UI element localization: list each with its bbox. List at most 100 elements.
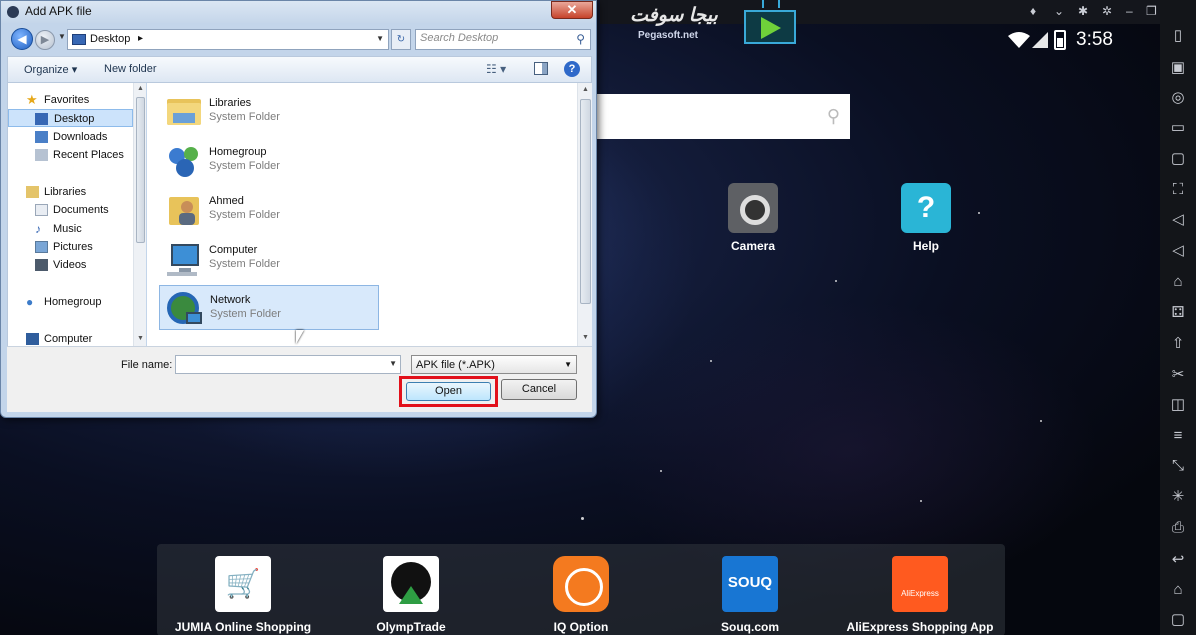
chevron-down-icon[interactable]: ▼ <box>389 359 397 368</box>
dock-app-aliexpress[interactable]: AliExpress AliExpress Shopping App <box>840 556 1000 634</box>
nav-item-label: Videos <box>53 259 87 271</box>
views-icon[interactable]: ☷ ▾ <box>486 62 506 76</box>
file-name-input[interactable] <box>179 358 379 370</box>
preview-pane-icon[interactable] <box>534 62 548 75</box>
recent-apps-icon[interactable]: ▢ <box>1168 610 1188 630</box>
close-button[interactable]: ✕ <box>551 1 593 19</box>
wifi-icon <box>1008 32 1030 48</box>
nav-item-music[interactable]: ♪ Music <box>8 220 133 238</box>
app-camera[interactable]: Camera <box>693 183 813 253</box>
search-icon[interactable]: ⚲ <box>576 32 585 46</box>
printer-icon[interactable]: ⎙ <box>1168 518 1188 538</box>
nav-item-recent-places[interactable]: Recent Places <box>8 146 133 164</box>
nav-item-videos[interactable]: Videos <box>8 256 133 274</box>
file-item-libraries[interactable]: Libraries System Folder <box>159 89 379 134</box>
file-name: Computer <box>209 244 258 256</box>
file-type-select[interactable]: APK file (*.APK) ▼ <box>411 355 577 374</box>
file-name: Ahmed <box>209 195 244 207</box>
google-search-bar[interactable]: ⚲ <box>594 94 850 139</box>
restore-icon[interactable]: ❐ <box>1146 4 1157 18</box>
chevron-down-icon[interactable]: ⌄ <box>1054 4 1064 18</box>
scroll-down-icon[interactable]: ▼ <box>582 334 589 341</box>
file-name: Network <box>210 294 251 306</box>
nav-item-downloads[interactable]: Downloads <box>8 128 133 146</box>
nav-item-favorites[interactable]: ★ Favorites <box>8 91 133 109</box>
status-clock: 3:58 <box>1076 29 1113 50</box>
nav-item-pictures[interactable]: Pictures <box>8 238 133 256</box>
emulator-sidebar: ▯ ▣ ◎ ▭ ▢ ⛶ ◁ ◁ ⌂ ⚃ ⇧ ✂ ◫ ≡ ⤡ ✳ ⎙ ↩ ⌂ ▢ <box>1160 0 1196 635</box>
chevron-down-icon[interactable]: ▼ <box>376 34 384 43</box>
nav-item-homegroup[interactable]: ● Homegroup <box>8 293 133 311</box>
gear-icon[interactable]: ✱ <box>1078 4 1088 18</box>
dock-app-souq[interactable]: SOUQ Souq.com <box>670 556 830 634</box>
multi-window-icon[interactable]: ◫ <box>1168 395 1188 415</box>
search-input[interactable] <box>420 32 570 44</box>
volume-down-icon[interactable]: ◁ <box>1168 241 1188 261</box>
scroll-thumb[interactable] <box>580 99 591 304</box>
nav-item-documents[interactable]: Documents <box>8 201 133 219</box>
logo-arabic-text: بيجا سوفت <box>630 5 718 26</box>
new-folder-button[interactable]: New folder <box>104 63 157 75</box>
nav-item-libraries[interactable]: Libraries <box>8 183 133 201</box>
address-location[interactable]: Desktop <box>90 33 130 45</box>
refresh-button[interactable]: ↻ <box>391 29 411 50</box>
forward-button[interactable]: ▶ <box>35 30 55 50</box>
file-item-homegroup[interactable]: Homegroup System Folder <box>159 138 379 183</box>
shake-icon[interactable]: ▯ <box>1168 26 1188 46</box>
cancel-button[interactable]: Cancel <box>501 379 577 400</box>
share-icon[interactable]: ⇧ <box>1168 334 1188 354</box>
dock-app-jumia[interactable]: 🛒 JUMIA Online Shopping <box>163 556 323 634</box>
recent-pages-dropdown[interactable]: ▼ <box>58 32 66 41</box>
back-icon[interactable]: ↩ <box>1168 550 1188 570</box>
scroll-down-icon[interactable]: ▼ <box>137 335 144 342</box>
dock-app-iq-option[interactable]: IQ Option <box>501 556 661 634</box>
file-item-network[interactable]: Network System Folder <box>159 285 379 330</box>
home-icon[interactable]: ⌂ <box>1168 580 1188 600</box>
nav-item-computer[interactable]: Computer <box>8 330 133 346</box>
file-name-field[interactable]: ▼ <box>175 355 401 374</box>
back-button[interactable]: ◀ <box>11 28 33 50</box>
homegroup-icon: ● <box>26 295 34 309</box>
nav-item-label: Pictures <box>53 241 93 253</box>
file-item-ahmed[interactable]: Ahmed System Folder <box>159 187 379 232</box>
help-icon[interactable]: ? <box>564 61 580 77</box>
screen-icon[interactable]: ▭ <box>1168 118 1188 138</box>
scroll-up-icon[interactable]: ▲ <box>137 85 144 92</box>
chevron-down-icon[interactable]: ▼ <box>564 360 572 369</box>
scroll-up-icon[interactable]: ▲ <box>582 86 589 93</box>
organize-button[interactable]: Organize ▾ <box>24 63 77 76</box>
screenshot-icon[interactable]: ⚃ <box>1168 303 1188 323</box>
nav-item-desktop[interactable]: Desktop <box>8 109 133 127</box>
address-bar[interactable]: Desktop ▸ ▼ <box>67 29 389 50</box>
dialog-titlebar[interactable]: Add APK file ✕ <box>1 1 596 23</box>
location-icon[interactable]: ◎ <box>1168 88 1188 108</box>
magnifier-icon[interactable]: ⚲ <box>827 106 840 127</box>
scissors-icon[interactable]: ✂ <box>1168 365 1188 385</box>
resize-icon[interactable]: ⤡ <box>1168 456 1188 476</box>
app-help[interactable]: ? Help <box>866 183 986 253</box>
libraries-icon <box>26 186 39 198</box>
settings-icon[interactable]: ✲ <box>1102 4 1112 18</box>
fullscreen-icon[interactable]: ⛶ <box>1168 180 1188 200</box>
app-label: Camera <box>730 239 776 253</box>
dock-app-olymptrade[interactable]: OlympTrade <box>331 556 491 634</box>
shirt-icon[interactable]: ♦ <box>1030 4 1036 18</box>
loading-icon[interactable]: ✳ <box>1168 487 1188 507</box>
nav-item-label: Recent Places <box>53 149 124 161</box>
dialog-footer: File name: ▼ APK file (*.APK) ▼ Open Can… <box>7 346 592 412</box>
keyboard-icon[interactable]: ▣ <box>1168 58 1188 78</box>
homegroup-icon <box>169 147 198 177</box>
menu-icon[interactable]: ≡ <box>1168 426 1188 446</box>
install-apk-icon[interactable]: ⌂ <box>1168 272 1188 292</box>
app-label: OlympTrade <box>376 620 446 634</box>
open-button[interactable]: Open <box>406 382 491 401</box>
file-item-computer[interactable]: Computer System Folder <box>159 236 379 281</box>
minimize-icon[interactable]: – <box>1126 4 1133 18</box>
breadcrumb-chevron[interactable]: ▸ <box>138 33 143 44</box>
volume-up-icon[interactable]: ◁ <box>1168 210 1188 230</box>
nav-pane-scrollbar[interactable]: ▲ ▼ <box>133 83 146 346</box>
rotate-icon[interactable]: ▢ <box>1168 149 1188 169</box>
search-box[interactable]: ⚲ <box>415 29 591 50</box>
scroll-thumb[interactable] <box>136 97 145 243</box>
file-pane-scrollbar[interactable]: ▲ ▼ <box>577 83 592 346</box>
